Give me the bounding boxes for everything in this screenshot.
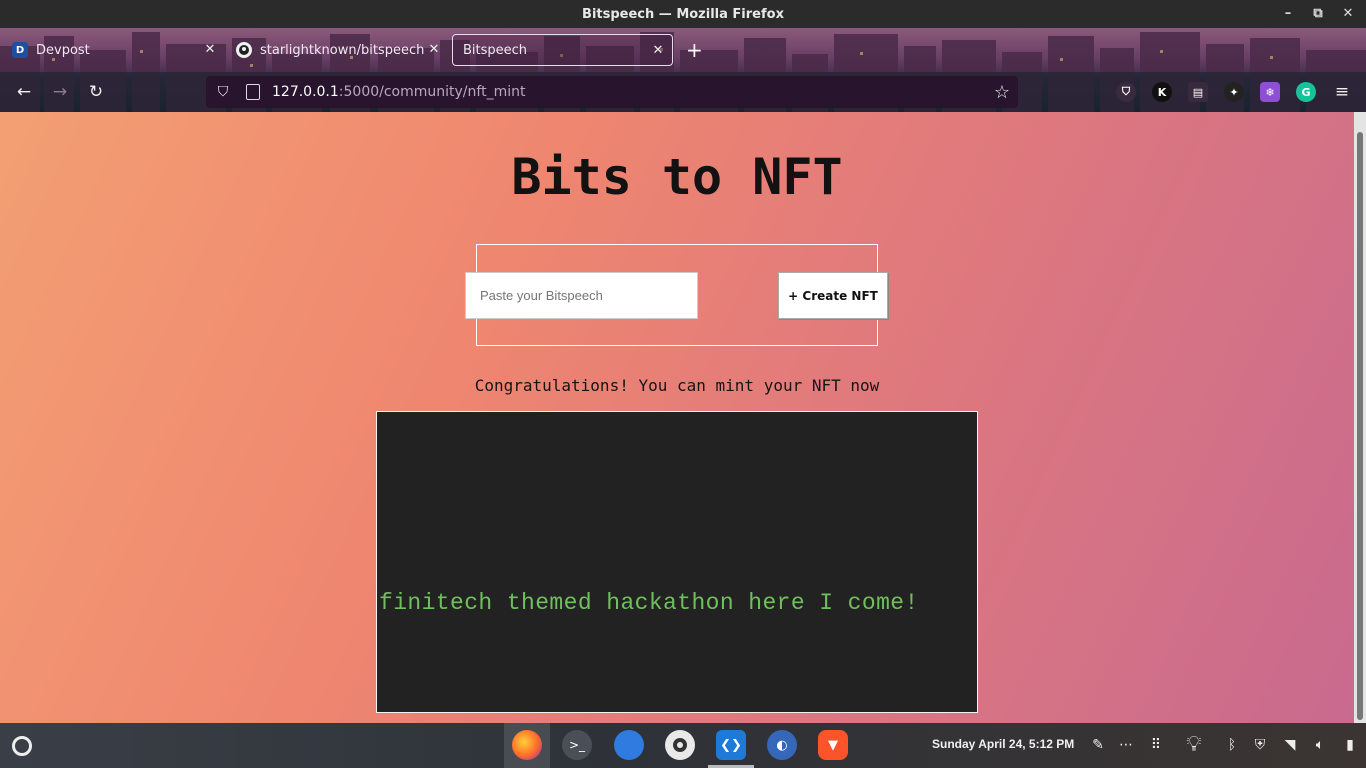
dark-extension-icon[interactable]: ✦	[1224, 82, 1244, 102]
more-icon[interactable]: ⋯	[1116, 735, 1136, 755]
close-tab-icon[interactable]: ✕	[650, 43, 666, 59]
github-icon	[236, 42, 252, 58]
window-controls: – ⧉ ✕	[1280, 0, 1356, 28]
wifi-icon[interactable]: ◥	[1280, 735, 1300, 755]
terminal-icon[interactable]: >_	[562, 730, 592, 760]
apps-grid-icon[interactable]: ⠿	[1146, 735, 1166, 755]
tab-bitspeech[interactable]: Bitspeech ✕	[452, 34, 673, 66]
k-extension-icon[interactable]: K	[1152, 82, 1172, 102]
app-launcher-icon[interactable]	[12, 736, 32, 756]
page-scrollbar[interactable]	[1354, 112, 1366, 723]
brave-icon[interactable]: ▼	[818, 730, 848, 760]
bitspeech-input[interactable]	[465, 272, 698, 319]
vpn-shield-icon[interactable]: ⛨	[1250, 735, 1270, 755]
clock[interactable]: Sunday April 24, 5:12 PM	[932, 737, 1074, 751]
devpost-icon: D	[12, 42, 28, 58]
forward-button[interactable]: →	[50, 82, 70, 102]
pocket-icon[interactable]: ⛉	[1116, 82, 1136, 102]
page-title: Bits to NFT	[511, 148, 843, 206]
url-bar[interactable]: ⛉ 127.0.0.1:5000/community/nft_mint ☆	[206, 76, 1018, 108]
page-viewport: Bits to NFT + Create NFT Congratulations…	[0, 112, 1354, 723]
reload-button[interactable]: ↻	[86, 82, 106, 102]
browser-chrome: D Devpost ✕ starlightknown/bitspeech ✕ B…	[0, 28, 1366, 112]
tab-label: Devpost	[36, 42, 90, 58]
shield-icon[interactable]: ⛉	[214, 84, 232, 100]
window-titlebar: Bitspeech — Mozilla Firefox – ⧉ ✕	[0, 0, 1366, 28]
battery-icon[interactable]: ▮	[1340, 735, 1360, 755]
firefox-icon[interactable]	[512, 730, 542, 760]
maximize-button[interactable]: ⧉	[1310, 6, 1326, 22]
success-message: Congratulations! You can mint your NFT n…	[474, 376, 880, 395]
url-text[interactable]: 127.0.0.1:5000/community/nft_mint	[272, 84, 525, 100]
create-nft-button[interactable]: + Create NFT	[778, 272, 888, 319]
obs-icon[interactable]	[665, 730, 695, 760]
taskbar: >_ ❮❯ ◐ ▼ Sunday April 24, 5:12 PM ✎ ⋯ ⠿…	[0, 723, 1366, 768]
navigation-bar: ← → ↻ ⛉ 127.0.0.1:5000/community/nft_min…	[0, 72, 1366, 112]
reader-icon[interactable]: ▤	[1188, 82, 1208, 102]
tab-strip: D Devpost ✕ starlightknown/bitspeech ✕ B…	[0, 32, 1366, 68]
tab-label: starlightknown/bitspeech	[260, 42, 425, 58]
close-tab-icon[interactable]: ✕	[426, 42, 442, 58]
nft-text: finitech themed hackathon here I come!	[379, 590, 919, 616]
tab-label: Bitspeech	[463, 42, 528, 58]
purple-extension-icon[interactable]: ❄	[1260, 82, 1280, 102]
bookmark-star-icon[interactable]: ☆	[994, 82, 1010, 103]
back-button[interactable]: ←	[14, 82, 34, 102]
bluetooth-icon[interactable]: ᛒ	[1222, 735, 1242, 755]
vscode-icon[interactable]: ❮❯	[716, 730, 746, 760]
files-icon[interactable]	[614, 730, 644, 760]
grammarly-icon[interactable]: G	[1296, 82, 1316, 102]
close-window-button[interactable]: ✕	[1340, 6, 1356, 22]
notes-icon[interactable]: ✎	[1088, 735, 1108, 755]
new-tab-button[interactable]: +	[686, 40, 703, 60]
toggle-app-icon[interactable]: ◐	[767, 730, 797, 760]
lightbulb-icon[interactable]: 💡︎	[1184, 734, 1204, 756]
tab-devpost[interactable]: D Devpost ✕	[2, 34, 224, 66]
close-tab-icon[interactable]: ✕	[202, 42, 218, 58]
tab-github[interactable]: starlightknown/bitspeech ✕	[226, 34, 448, 66]
menu-icon[interactable]: ≡	[1332, 82, 1352, 102]
window-title: Bitspeech — Mozilla Firefox	[582, 6, 784, 22]
volume-icon[interactable]: 🔈︎	[1310, 735, 1330, 755]
nft-preview: finitech themed hackathon here I come!	[376, 411, 978, 713]
minimize-button[interactable]: –	[1280, 6, 1296, 22]
scrollbar-thumb[interactable]	[1357, 132, 1363, 720]
page-icon	[246, 84, 260, 100]
